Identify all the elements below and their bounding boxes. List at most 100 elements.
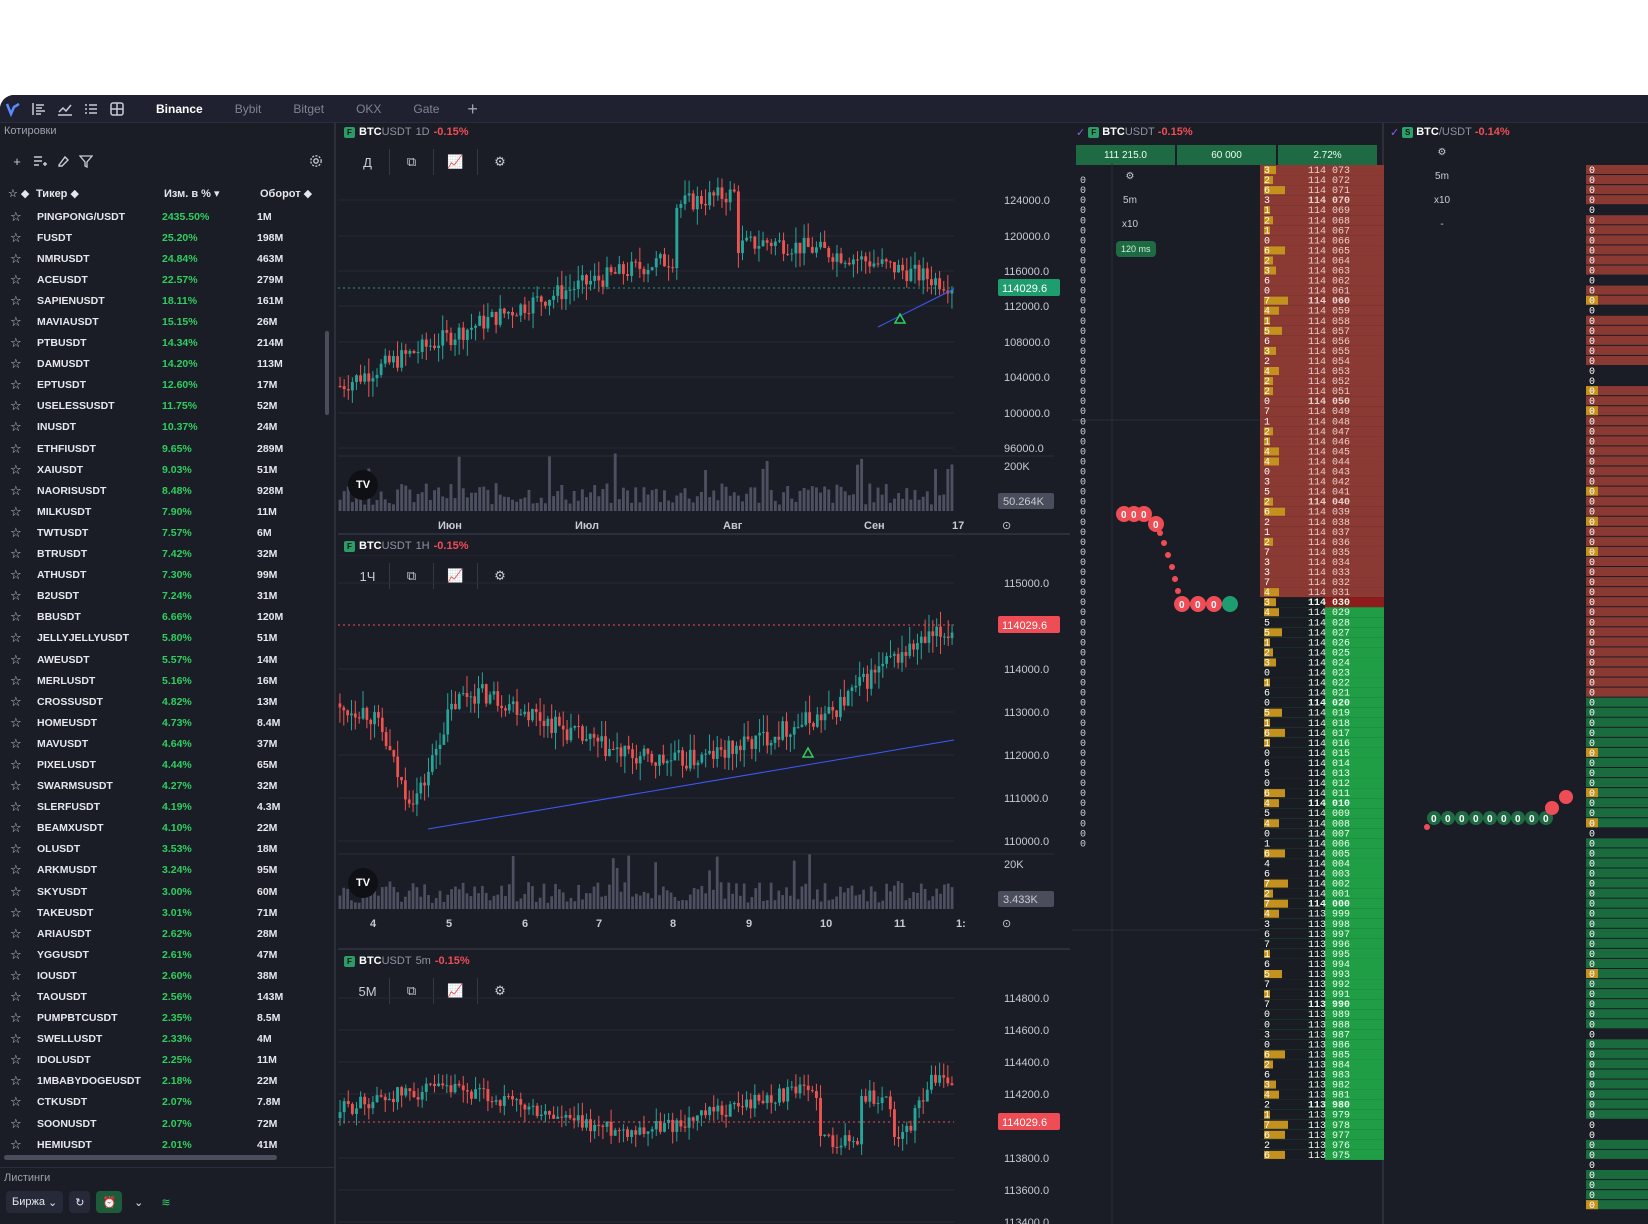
star-icon[interactable]: ☆ — [10, 862, 30, 878]
star-icon[interactable]: ☆ — [10, 1052, 30, 1068]
orderbook-ladder[interactable]: 3 114 0732 114 07206 114 07103 114 07001 114 … — [1072, 163, 1384, 1224]
ask-row[interactable] — [1586, 587, 1648, 597]
star-icon[interactable]: ☆ — [10, 462, 30, 478]
star-icon[interactable]: ☆ — [10, 230, 30, 246]
bid-row[interactable] — [1586, 1190, 1648, 1200]
ask-row[interactable] — [1586, 556, 1648, 566]
list-item[interactable]: ☆ OLUSDT 3.53% 18M — [0, 839, 320, 860]
bid-row[interactable] — [1586, 717, 1648, 727]
ask-row[interactable] — [1586, 446, 1648, 456]
star-icon[interactable]: ☆ — [10, 778, 30, 794]
star-icon[interactable]: ☆ — [10, 441, 30, 457]
wifi-icon[interactable]: ≋ — [155, 1191, 176, 1213]
sort-star-icon[interactable]: ☆ ◆ — [0, 187, 36, 200]
bid-row[interactable] — [1586, 757, 1648, 767]
bid-row[interactable] — [1586, 979, 1648, 989]
star-icon[interactable]: ☆ — [10, 293, 30, 309]
star-icon[interactable]: ☆ — [10, 673, 30, 689]
tab-okx[interactable]: OKX — [340, 95, 397, 123]
ask-row[interactable] — [1586, 526, 1648, 536]
star-icon[interactable]: ☆ — [10, 609, 30, 625]
bid-row[interactable] — [1586, 1180, 1648, 1190]
bid-row[interactable] — [1586, 1059, 1648, 1069]
list-item[interactable]: ☆ 1MBABYDOGEUSDT 2.18% 22M — [0, 1071, 320, 1092]
ask-row[interactable] — [1586, 285, 1648, 295]
list-item[interactable]: ☆ SOONUSDT 2.07% 72M — [0, 1113, 320, 1134]
star-icon[interactable]: ☆ — [10, 799, 30, 815]
ask-row[interactable] — [1586, 426, 1648, 436]
list-item[interactable]: ☆ MAVUSDT 4.64% 37M — [0, 733, 320, 754]
stat-size[interactable]: 60 000 — [1177, 145, 1276, 165]
ask-row[interactable] — [1586, 175, 1648, 185]
ask-row[interactable] — [1586, 185, 1648, 195]
ask-row[interactable] — [1586, 456, 1648, 466]
bid-row[interactable] — [1586, 1039, 1648, 1049]
bid-row[interactable] — [1586, 868, 1648, 878]
bid-row[interactable] — [1586, 697, 1648, 707]
list-item[interactable]: ☆ TAKEUSDT 3.01% 71M — [0, 902, 320, 923]
chart-1h[interactable]: F BTC USDT 1H -0.15% 1Ч ⧉ 📈 ⚙ 115000.0 114… — [338, 537, 1070, 950]
list-item[interactable]: ☆ USELESSUSDT 11.75% 52M — [0, 396, 320, 417]
star-icon[interactable]: ☆ — [10, 398, 30, 414]
axis-settings-icon[interactable]: ⊙ — [1002, 520, 1011, 532]
star-icon[interactable]: ☆ — [10, 841, 30, 857]
ask-row[interactable] — [1586, 225, 1648, 235]
tab-binance[interactable]: Binance — [140, 95, 219, 123]
orderbook-layout-icon[interactable] — [26, 95, 52, 123]
tab-bitget[interactable]: Bitget — [277, 95, 340, 123]
list-item[interactable]: ☆ ATHUSDT 7.30% 99M — [0, 565, 320, 586]
bid-row[interactable] — [1586, 958, 1648, 968]
ask-row[interactable] — [1586, 657, 1648, 667]
ask-row[interactable] — [1586, 345, 1648, 355]
star-icon[interactable]: ☆ — [10, 820, 30, 836]
star-icon[interactable]: ☆ — [10, 905, 30, 921]
bid-row[interactable] — [1586, 1079, 1648, 1089]
list-item[interactable]: ☆ AWEUSDT 5.57% 14M — [0, 649, 320, 670]
bid-row[interactable] — [1586, 918, 1648, 928]
bid-row[interactable] — [1586, 768, 1648, 778]
ask-row[interactable] — [1586, 235, 1648, 245]
list-item[interactable]: ☆ HEMIUSDT 2.01% 41M — [0, 1134, 320, 1155]
bid-row[interactable] — [1586, 1170, 1648, 1180]
bid-row[interactable] — [1586, 727, 1648, 737]
star-icon[interactable]: ☆ — [10, 546, 30, 562]
tab-gate[interactable]: Gate — [397, 95, 455, 123]
list-item[interactable]: ☆ SAPIENUSDT 18.11% 161M — [0, 290, 320, 311]
ask-row[interactable] — [1586, 396, 1648, 406]
list-item[interactable]: ☆ ACEUSDT 22.57% 279M — [0, 269, 320, 290]
list-item[interactable]: ☆ ARIAUSDT 2.62% 28M — [0, 923, 320, 944]
stat-volume[interactable]: 111 215.0 — [1076, 145, 1175, 165]
bid-row[interactable] — [1586, 1149, 1648, 1159]
star-icon[interactable]: ☆ — [10, 989, 30, 1005]
bid-row[interactable] — [1586, 1069, 1648, 1079]
ask-row[interactable] — [1586, 667, 1648, 677]
list-item[interactable]: ☆ BBUSDT 6.66% 120M — [0, 607, 320, 628]
tab-bybit[interactable]: Bybit — [219, 95, 278, 123]
ask-row[interactable] — [1586, 567, 1648, 577]
bid-row[interactable] — [1586, 878, 1648, 888]
add-icon[interactable]: + — [6, 150, 28, 172]
vertical-scrollbar[interactable] — [325, 331, 329, 415]
list-item[interactable]: ☆ ETHFIUSDT 9.65% 289M — [0, 438, 320, 459]
list-item[interactable]: ☆ EPTUSDT 12.60% 17M — [0, 375, 320, 396]
star-icon[interactable]: ☆ — [10, 694, 30, 710]
star-icon[interactable]: ☆ — [10, 419, 30, 435]
star-icon[interactable]: ☆ — [10, 947, 30, 963]
star-icon[interactable]: ☆ — [10, 1094, 30, 1110]
bid-row[interactable] — [1586, 707, 1648, 717]
star-icon[interactable]: ☆ — [10, 209, 30, 225]
star-icon[interactable]: ☆ — [10, 736, 30, 752]
bid-row[interactable] — [1586, 838, 1648, 848]
bid-row[interactable] — [1586, 989, 1648, 999]
chart-plot[interactable]: 114800.0 114600.0 114400.0 114200.0 113800.0… — [338, 970, 1070, 1224]
star-icon[interactable]: ☆ — [10, 356, 30, 372]
chart-plot[interactable]: 115000.0 114000.0 113000.0 112000.0 111000.0… — [338, 555, 1070, 950]
bid-row[interactable] — [1586, 938, 1648, 948]
ask-row[interactable] — [1586, 165, 1648, 175]
ask-row[interactable] — [1586, 436, 1648, 446]
star-icon[interactable]: ☆ — [10, 525, 30, 541]
bid-row[interactable] — [1586, 1099, 1648, 1109]
list-item[interactable]: ☆ CTKUSDT 2.07% 7.8M — [0, 1092, 320, 1113]
list-item[interactable]: ☆ PINGPONG/USDT 2435.50% 1M — [0, 206, 320, 227]
list-item[interactable]: ☆ NMRUSDT 24.84% 463M — [0, 248, 320, 269]
